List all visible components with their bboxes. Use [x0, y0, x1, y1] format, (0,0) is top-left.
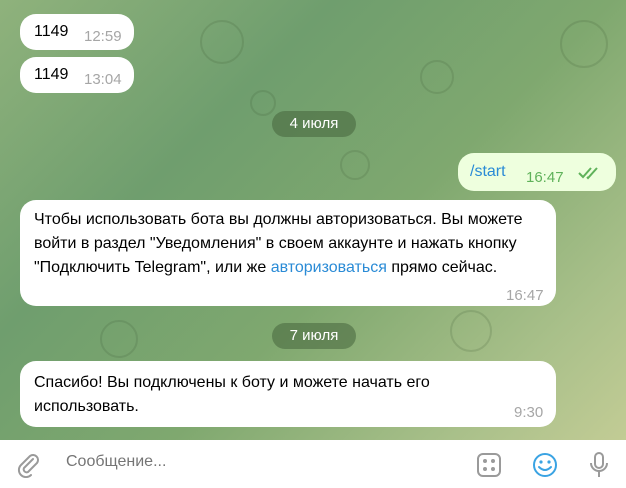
- background-doodle: [420, 60, 454, 94]
- command-link[interactable]: /start: [470, 160, 506, 184]
- background-doodle: [100, 320, 138, 358]
- background-doodle: [560, 20, 608, 68]
- message-text: Чтобы использовать бота вы должны автори…: [34, 208, 534, 280]
- message-text: Спасибо! Вы подключены к боту и можете н…: [34, 374, 430, 415]
- message-time: 9:30: [514, 404, 544, 421]
- chat-area[interactable]: 1149 12:59 1149 13:04 4 июля /start 16:4…: [0, 0, 626, 440]
- message-text: 1149: [34, 66, 69, 83]
- message-time: 12:59: [84, 28, 122, 45]
- outgoing-message-bubble[interactable]: /start 16:47: [458, 153, 616, 191]
- message-time: 13:04: [84, 71, 122, 88]
- message-bubble[interactable]: Спасибо! Вы подключены к боту и можете н…: [20, 361, 556, 427]
- message-bubble[interactable]: Чтобы использовать бота вы должны автори…: [20, 200, 556, 306]
- message-bubble[interactable]: 1149 13:04: [20, 57, 134, 93]
- background-doodle: [450, 310, 492, 352]
- commands-icon[interactable]: [476, 452, 502, 478]
- background-doodle: [340, 150, 370, 180]
- authorize-link[interactable]: авторизоваться: [271, 259, 387, 276]
- message-input[interactable]: [64, 452, 448, 472]
- message-bubble[interactable]: 1149 12:59: [20, 14, 134, 50]
- message-input-bar: [0, 440, 626, 488]
- date-separator: 7 июля: [272, 323, 356, 349]
- background-doodle: [250, 90, 276, 116]
- background-doodle: [200, 20, 244, 64]
- message-text: 1149: [34, 23, 69, 40]
- message-time: 16:47: [506, 287, 544, 304]
- date-separator: 4 июля: [272, 111, 356, 137]
- microphone-icon[interactable]: [588, 451, 610, 479]
- message-time: 16:47: [526, 169, 564, 186]
- double-check-icon: [578, 167, 598, 180]
- message-text-part: прямо сейчас.: [386, 259, 498, 276]
- emoji-icon[interactable]: [531, 451, 559, 479]
- attach-icon[interactable]: [16, 452, 42, 478]
